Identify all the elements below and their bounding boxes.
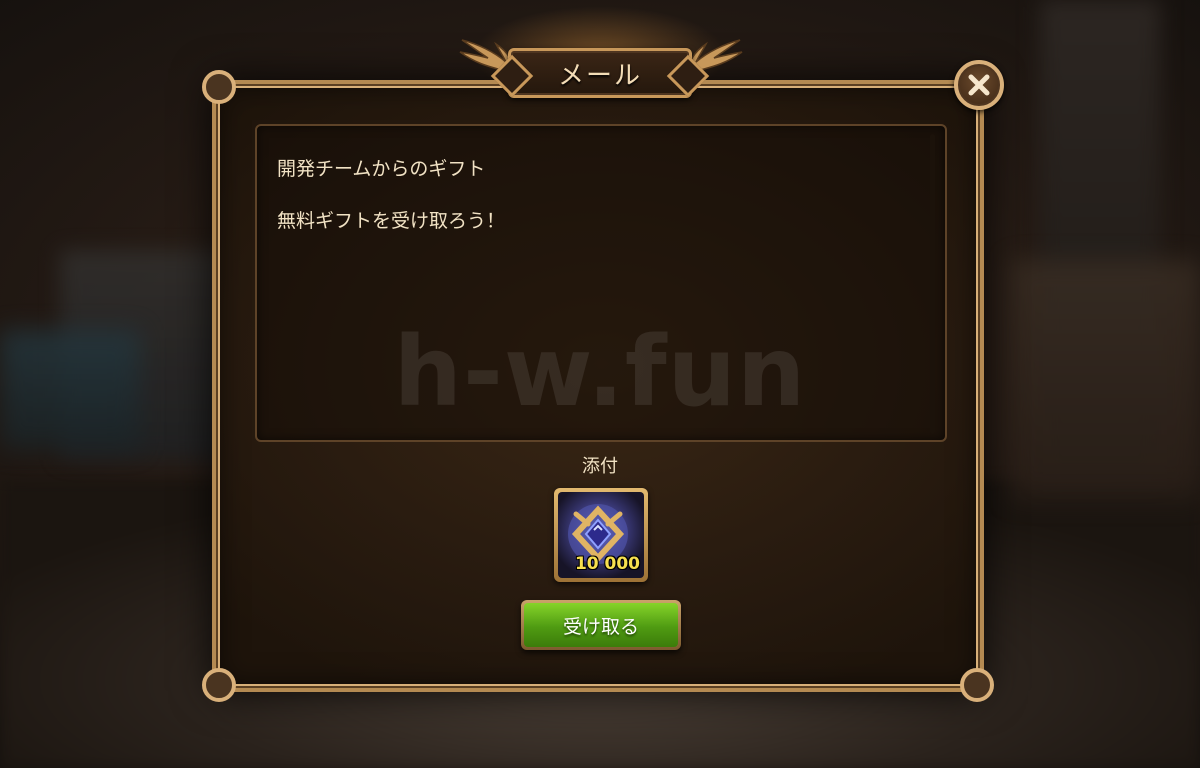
message-scrollbar[interactable]: [930, 134, 935, 434]
dialog-title-plate: メール: [508, 48, 692, 98]
backdrop-building: [0, 330, 140, 450]
attachment-item-slot[interactable]: 10 000: [554, 488, 648, 582]
claim-button-label: 受け取る: [562, 615, 639, 638]
panel-corner-ornament: [960, 668, 994, 702]
claim-button-face: 受け取る: [524, 603, 678, 647]
message-line: 無料ギフトを受け取ろう！: [277, 210, 506, 232]
panel-corner-ornament: [202, 70, 236, 104]
attachment-item: 10 000: [558, 492, 644, 578]
claim-button[interactable]: 受け取る: [521, 600, 681, 650]
panel-corner-ornament: [202, 668, 236, 702]
attachment-item-count: 10 000: [574, 554, 640, 574]
message-body[interactable]: 開発チームからのギフト 無料ギフトを受け取ろう！: [255, 124, 947, 442]
attachments-label: 添付: [582, 456, 618, 477]
dialog-title: メール: [557, 60, 642, 91]
message-line: 開発チームからのギフト: [277, 158, 486, 180]
close-x-icon: [968, 74, 990, 96]
close-button[interactable]: [954, 60, 1004, 110]
